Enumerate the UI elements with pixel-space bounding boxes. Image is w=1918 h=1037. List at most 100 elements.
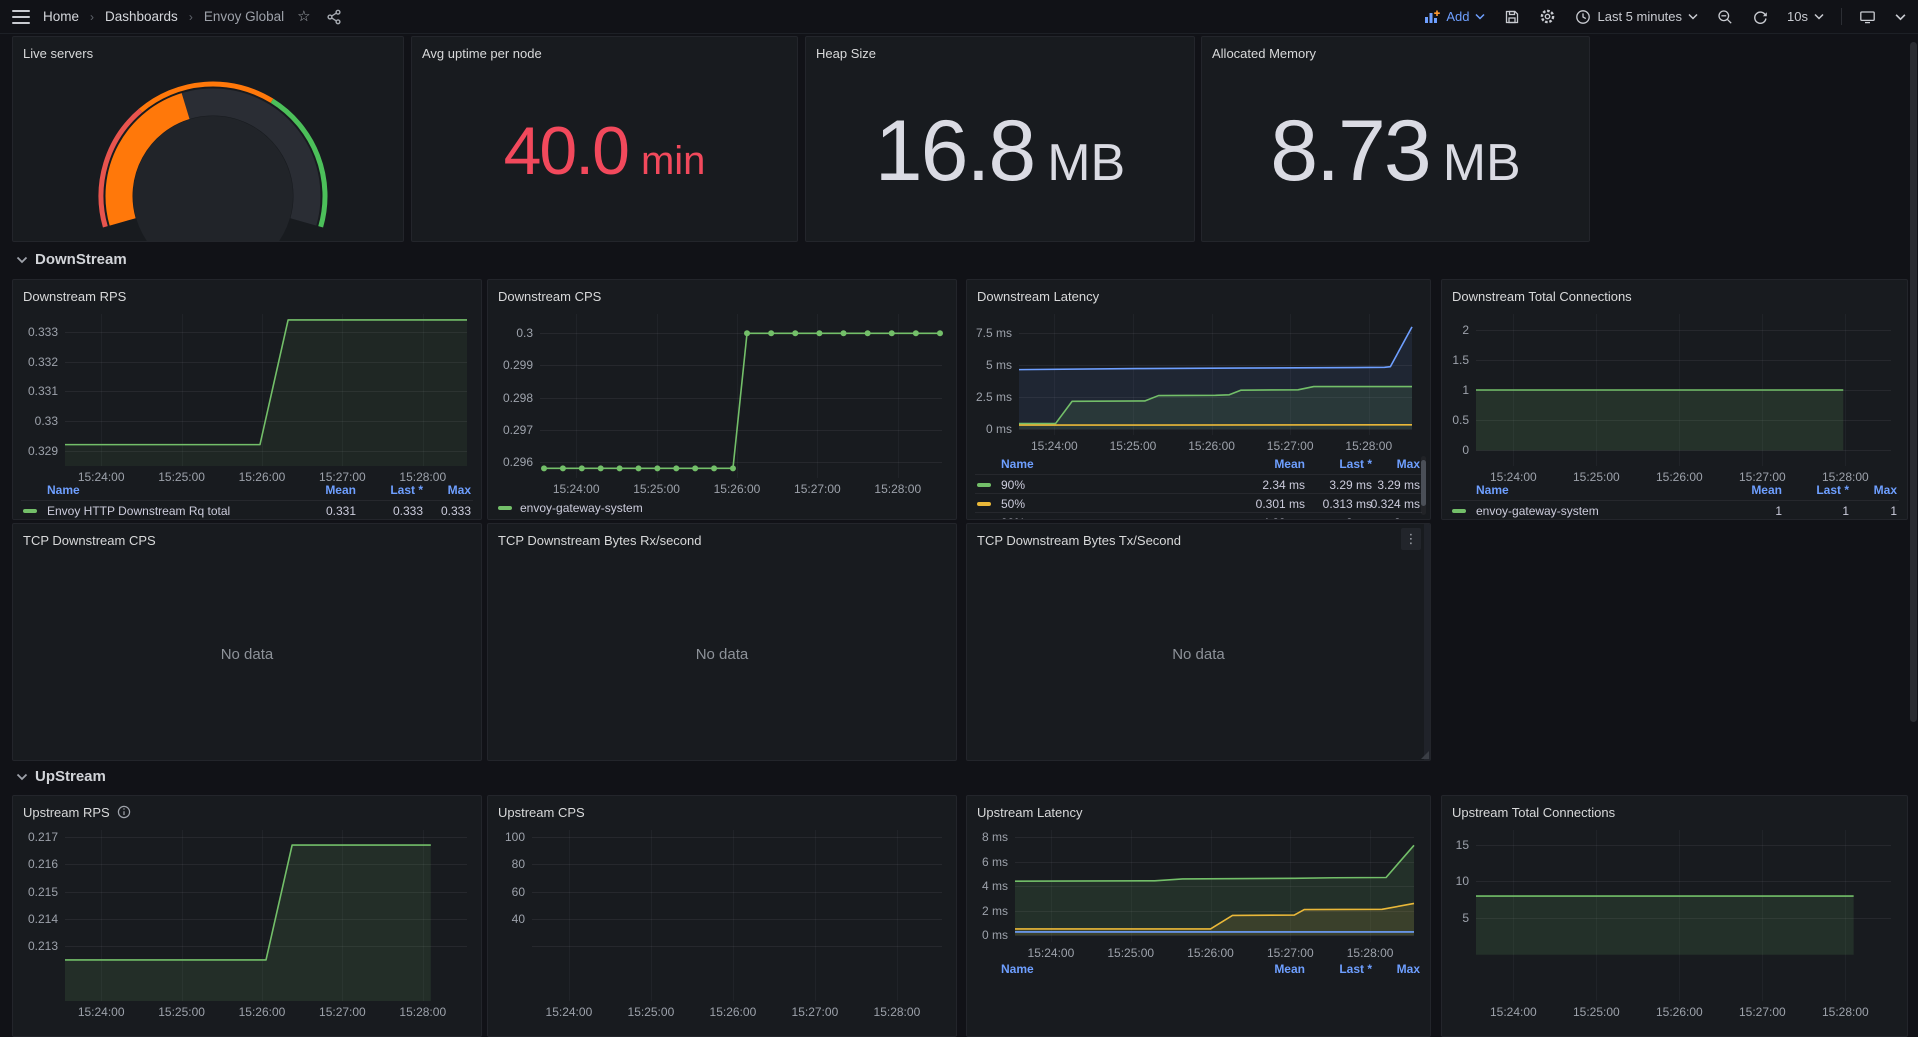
panel-title[interactable]: Allocated Memory <box>1202 42 1589 64</box>
x-tick-label: 15:27:00 <box>1720 1005 1804 1019</box>
x-tick-label: 15:28:00 <box>855 1005 939 1019</box>
panel-menu-kebab-icon[interactable]: ⋮ <box>1401 528 1421 550</box>
legend-row[interactable]: 50%0.301 ms0.313 ms0.324 ms <box>975 493 1422 512</box>
panel-downstream-rps: Downstream RPS 15:24:0015:25:0015:26:001… <box>12 279 482 520</box>
legend-label: Envoy HTTP Downstream Rq total <box>47 504 230 518</box>
favorite-star-icon[interactable]: ☆ <box>295 7 312 26</box>
panel-resize-handle[interactable] <box>1421 751 1429 759</box>
chart-canvas <box>532 830 942 1001</box>
y-tick-label: 2.5 ms <box>967 390 1012 404</box>
panel-downstream-total-connections: Downstream Total Connections 15:24:0015:… <box>1441 279 1908 520</box>
panel-upstream-cps: Upstream CPS 15:24:0015:25:0015:26:0015:… <box>487 795 957 1037</box>
chevron-down-icon <box>1895 13 1906 21</box>
legend-label: envoy-gateway-system <box>520 501 643 515</box>
breadcrumb-dashboards[interactable]: Dashboards <box>105 9 178 24</box>
chevron-down-icon <box>1688 13 1698 20</box>
page-scrollbar[interactable] <box>1910 42 1917 722</box>
x-tick-label: 15:25:00 <box>609 1005 693 1019</box>
y-tick-label: 10 <box>1442 874 1469 888</box>
section-upstream[interactable]: UpStream <box>16 768 106 785</box>
panel-title[interactable]: Upstream RPS <box>13 801 481 823</box>
y-tick-label: 0.333 <box>13 325 58 339</box>
downstream-total-connections-chart: 15:24:0015:25:0015:26:0015:27:0015:28:00… <box>1442 280 1907 519</box>
legend-swatch <box>977 502 991 506</box>
legend-swatch <box>498 506 512 510</box>
panel-title[interactable]: Upstream Latency <box>967 801 1430 823</box>
panel-title[interactable]: Heap Size <box>806 42 1194 64</box>
legend-label: 50% <box>1001 497 1025 511</box>
legend-item[interactable]: envoy-gateway-system <box>498 499 643 517</box>
breadcrumb-separator-icon: › <box>90 10 94 24</box>
breadcrumb-separator-icon: › <box>189 10 193 24</box>
stat-value: 16.8 <box>875 102 1034 201</box>
legend-scrollbar-thumb[interactable] <box>1421 460 1426 506</box>
panel-title[interactable]: Live servers <box>13 42 403 64</box>
stat-unit: MB <box>1047 133 1125 193</box>
legend-row[interactable]: envoy-gateway-system111 <box>1450 500 1899 519</box>
y-tick-label: 60 <box>488 885 525 899</box>
legend-header-col[interactable]: Max <box>1817 483 1897 497</box>
y-tick-label: 0.214 <box>13 912 58 926</box>
stat-unit: min <box>641 139 705 184</box>
x-tick-label: 15:25:00 <box>1089 946 1173 960</box>
add-chart-icon <box>1424 9 1440 25</box>
stat-value-area: 40.0 min <box>412 61 797 241</box>
legend-header-name[interactable]: Name <box>1476 483 1509 497</box>
legend-header-name[interactable]: Name <box>47 483 80 497</box>
x-tick-label: 15:26:00 <box>691 1005 775 1019</box>
x-tick-label: 15:25:00 <box>140 1005 224 1019</box>
time-range-picker[interactable]: Last 5 minutes <box>1573 7 1700 27</box>
panel-title[interactable]: TCP Downstream Bytes Tx/Second <box>967 529 1430 551</box>
clock-icon <box>1575 9 1591 25</box>
legend-value: 1 <box>1817 504 1897 518</box>
panel-title[interactable]: Downstream Total Connections <box>1442 285 1907 307</box>
legend-header-col[interactable]: Max <box>1340 457 1420 471</box>
y-tick-label: 100 <box>488 830 525 844</box>
top-nav: Home › Dashboards › Envoy Global ☆ Add <box>0 0 1918 34</box>
breadcrumb-home[interactable]: Home <box>43 9 79 24</box>
kiosk-mode-button[interactable] <box>1857 7 1878 27</box>
toolbar-collapse-button[interactable] <box>1893 11 1908 23</box>
y-tick-label: 0.215 <box>13 885 58 899</box>
legend-row[interactable]: 99%4.89 ms8 ms8 ms <box>975 512 1422 520</box>
panel-title[interactable]: TCP Downstream Bytes Rx/second <box>488 529 956 551</box>
legend-header-col[interactable]: Max <box>1340 962 1420 976</box>
save-dashboard-button[interactable] <box>1502 7 1522 27</box>
panel-title[interactable]: Downstream Latency <box>967 285 1430 307</box>
magnifier-minus-icon <box>1717 9 1733 25</box>
legend-header-col[interactable]: Max <box>391 483 471 497</box>
legend-row[interactable]: 90%2.34 ms3.29 ms3.29 ms <box>975 474 1422 493</box>
y-tick-label: 0.298 <box>488 391 533 405</box>
panel-title[interactable]: Upstream Total Connections <box>1442 801 1907 823</box>
y-tick-label: 2 <box>1442 323 1469 337</box>
dashboard-settings-button[interactable] <box>1537 6 1558 27</box>
legend-value: 0.333 <box>391 504 471 518</box>
menu-toggle-button[interactable] <box>10 7 32 27</box>
panel-title[interactable]: Upstream CPS <box>488 801 956 823</box>
add-panel-button[interactable]: Add <box>1422 7 1487 27</box>
y-tick-label: 40 <box>488 912 525 926</box>
share-icon[interactable] <box>324 7 344 27</box>
y-tick-label: 0 ms <box>967 928 1008 942</box>
section-downstream[interactable]: DownStream <box>16 251 127 268</box>
legend-header-name[interactable]: Name <box>1001 962 1034 976</box>
refresh-interval-dropdown[interactable]: 10s <box>1785 7 1826 26</box>
panel-scrollbar[interactable] <box>1424 524 1430 760</box>
legend-row[interactable]: Envoy HTTP Downstream Rq total0.3310.333… <box>21 500 473 519</box>
refresh-button[interactable] <box>1750 7 1770 27</box>
x-tick-label: 15:28:00 <box>381 1005 465 1019</box>
panel-live-servers: Live servers 1 <box>12 36 404 242</box>
panel-title[interactable]: Downstream RPS <box>13 285 481 307</box>
legend-header-name[interactable]: Name <box>1001 457 1034 471</box>
panel-title[interactable]: Avg uptime per node <box>412 42 797 64</box>
x-tick-label: 15:26:00 <box>220 1005 304 1019</box>
y-tick-label: 0 <box>1442 443 1469 457</box>
panel-tcp-downstream-bytes-tx: TCP Downstream Bytes Tx/Second No data ⋮ <box>966 523 1431 761</box>
legend-scrollbar[interactable] <box>1421 456 1426 515</box>
panel-title[interactable]: TCP Downstream CPS <box>13 529 481 551</box>
zoom-out-button[interactable] <box>1715 7 1735 27</box>
x-tick-label: 15:25:00 <box>1091 439 1175 453</box>
panel-title[interactable]: Downstream CPS <box>488 285 956 307</box>
x-tick-label: 15:24:00 <box>1471 1005 1555 1019</box>
stat-value-area: 16.8 MB <box>806 61 1194 241</box>
